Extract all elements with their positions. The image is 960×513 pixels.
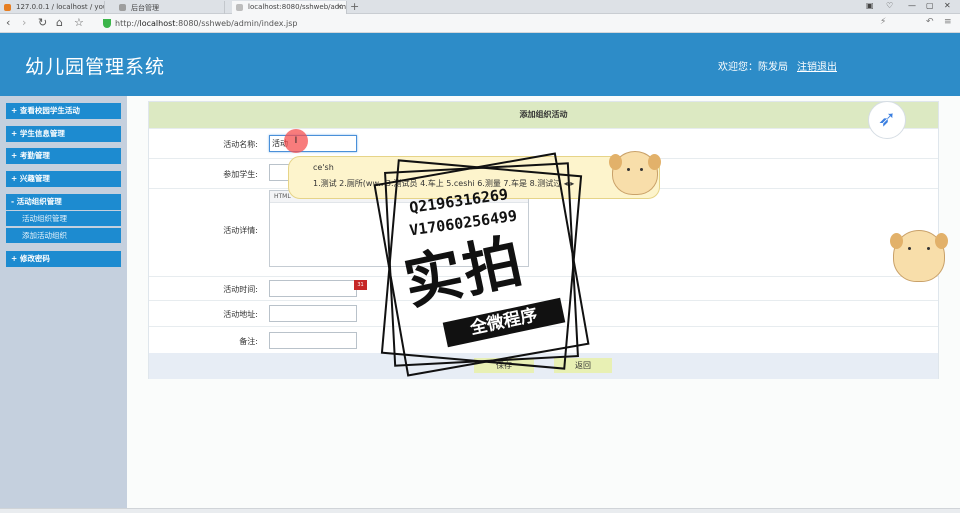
- address-label: 活动地址:: [223, 310, 258, 319]
- tab-label: 后台管理: [131, 4, 159, 12]
- bird-assistant-icon[interactable]: ➶: [868, 101, 906, 139]
- forward-icon[interactable]: ›: [22, 17, 26, 29]
- sidebar-subitem-activity-manage[interactable]: 活动组织管理: [6, 211, 121, 226]
- logout-link[interactable]: 注销退出: [797, 58, 837, 73]
- tab-favicon-icon: [236, 4, 243, 11]
- activity-name-label: 活动名称:: [223, 140, 258, 149]
- tab-list-icon[interactable]: ▣: [866, 1, 874, 10]
- menu-icon[interactable]: ≡: [944, 17, 952, 27]
- tab-close-icon[interactable]: ×: [336, 2, 343, 11]
- students-label: 参加学生:: [223, 170, 258, 179]
- dog-mascot-icon: [609, 151, 661, 195]
- form-title: 添加组织活动: [149, 102, 938, 128]
- maximize-icon[interactable]: ▢: [926, 1, 934, 10]
- sidebar-item-activity-org[interactable]: - 活动组织管理: [6, 194, 121, 210]
- extensions-icon[interactable]: ♡: [886, 1, 893, 10]
- window-close-icon[interactable]: ✕: [944, 1, 951, 10]
- tab-label: localhost:8080/sshweb/admin/...: [248, 3, 347, 11]
- activity-address-input[interactable]: [269, 305, 357, 322]
- url-path: :8080/sshweb/admin/index.jsp: [175, 19, 298, 28]
- welcome-text: 欢迎您：陈发局: [718, 62, 788, 73]
- reload-icon[interactable]: ↻: [38, 17, 47, 29]
- url-scheme: http://: [115, 19, 140, 28]
- sidebar-item-change-password[interactable]: + 修改密码: [6, 251, 121, 267]
- dog-mascot-icon: [890, 230, 948, 282]
- app-title: 幼儿园管理系统: [25, 56, 166, 78]
- browser-tab[interactable]: 后台管理: [115, 1, 225, 14]
- browser-tab[interactable]: 127.0.0.1 / localhost / youery...: [0, 1, 105, 14]
- sidebar-item-student-info[interactable]: + 学生信息管理: [6, 126, 121, 142]
- tab-favicon-icon: [119, 4, 126, 11]
- undo-icon[interactable]: ↶: [926, 17, 934, 27]
- bookmark-star-icon[interactable]: ☆: [74, 17, 84, 29]
- tab-favicon-icon: [4, 4, 11, 11]
- sidebar-item-attendance[interactable]: + 考勤管理: [6, 148, 121, 164]
- remark-input[interactable]: [269, 332, 357, 349]
- status-bar: [0, 508, 960, 513]
- remark-label: 备注:: [239, 337, 258, 346]
- ime-pinyin: ce'sh: [313, 163, 334, 172]
- address-bar: ‹ › ↻ ⌂ ☆ http://localhost:8080/sshweb/a…: [0, 14, 960, 33]
- secure-shield-icon: [103, 19, 111, 28]
- url-field[interactable]: http://localhost:8080/sshweb/admin/index…: [100, 17, 860, 30]
- text-cursor-icon: I: [284, 129, 308, 153]
- lightning-icon[interactable]: ⚡: [880, 17, 886, 27]
- browser-tab-active[interactable]: localhost:8080/sshweb/admin/... ×: [232, 1, 347, 14]
- sidebar-item-interests[interactable]: + 兴趣管理: [6, 171, 121, 187]
- detail-label: 活动详情:: [223, 226, 258, 235]
- sidebar-subitem-add-activity[interactable]: 添加活动组织: [6, 228, 121, 243]
- home-icon[interactable]: ⌂: [56, 17, 63, 29]
- activity-name-input[interactable]: 活动: [269, 135, 357, 152]
- activity-time-input[interactable]: [269, 280, 357, 297]
- time-label: 活动时间:: [223, 285, 258, 294]
- watermark-stamp: Q2196316269 V17060256499 实拍 全微程序: [359, 147, 602, 385]
- tab-label: 127.0.0.1 / localhost / youery...: [16, 3, 104, 11]
- sidebar-item-campus-activities[interactable]: + 查看校园学生活动: [6, 103, 121, 119]
- app-header: 幼儿园管理系统 欢迎您：陈发局 注销退出: [0, 33, 960, 96]
- new-tab-icon[interactable]: +: [350, 0, 359, 13]
- url-host: localhost: [139, 19, 176, 28]
- browser-tabbar: 127.0.0.1 / localhost / youery... 后台管理 l…: [0, 0, 960, 14]
- minimize-icon[interactable]: —: [908, 1, 916, 10]
- back-icon[interactable]: ‹: [6, 17, 10, 29]
